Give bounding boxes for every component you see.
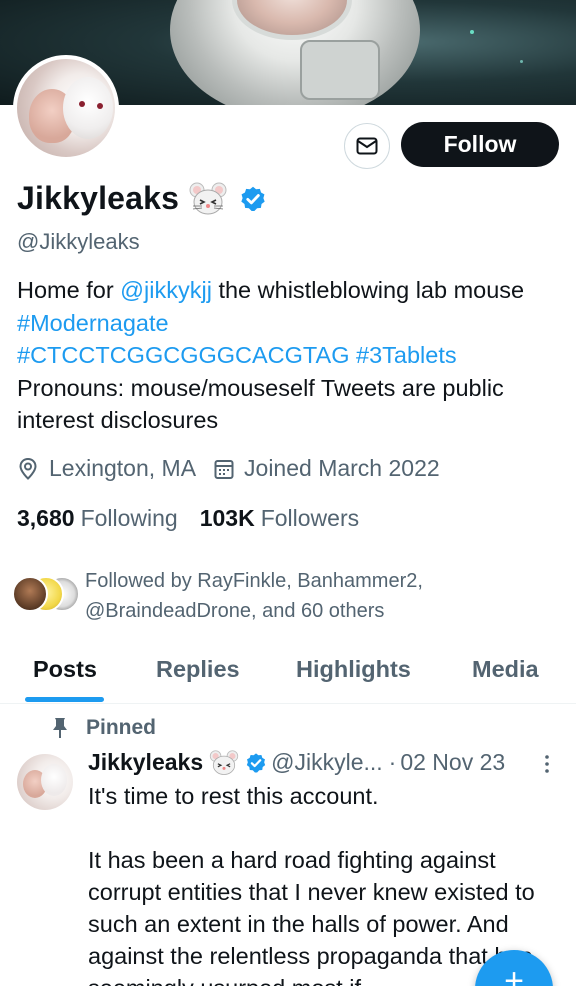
tweet-author-handle[interactable]: @Jikkyle... [271, 749, 383, 776]
avatar-eye [97, 103, 103, 109]
message-button[interactable] [344, 123, 390, 169]
bio-mention-link[interactable]: @jikkykjj [120, 277, 212, 303]
pin-icon [53, 718, 67, 738]
following-label: Following [80, 505, 178, 531]
bio-hashtag-link[interactable]: #3Tablets [356, 342, 457, 368]
calendar-icon [214, 459, 234, 479]
avatar-mouse-white [63, 77, 113, 139]
tweet-date[interactable]: 02 Nov 23 [400, 749, 505, 776]
location-pin-icon [19, 457, 37, 480]
mouse-face-emoji-icon [209, 749, 239, 775]
avatar-mouse-white [41, 764, 67, 796]
joined-item: Joined March 2022 [214, 455, 440, 482]
location-item: Lexington, MA [17, 455, 196, 482]
plus-icon: + [504, 962, 524, 986]
banner-suit-panel [300, 40, 380, 100]
tweet-text: It's time to rest this account. It has b… [88, 783, 535, 986]
location-text: Lexington, MA [49, 455, 197, 481]
followers-stat[interactable]: 103K Followers [200, 505, 359, 532]
profile-bio: Home for @jikkykjj the whistleblowing la… [17, 274, 562, 437]
tweet-author-name[interactable]: Jikkyleaks [88, 749, 203, 776]
followers-label: Followers [260, 505, 360, 531]
active-tab-indicator [25, 697, 104, 702]
follow-stats: 3,680 Following 103K Followers [17, 505, 381, 532]
bio-text: the whistleblowing lab mouse [211, 277, 525, 303]
profile-avatar[interactable] [13, 55, 119, 161]
tweet-separator: · [388, 749, 397, 775]
followed-by-text: Followed by RayFinkle, Banhammer2, @Brai… [85, 570, 423, 622]
bio-hashtag-link[interactable]: #CTCCTCGGCGGGCACGTAG [17, 342, 350, 368]
avatar-eye [79, 101, 85, 107]
display-name: Jikkyleaks [17, 180, 180, 216]
banner-star [470, 30, 474, 34]
more-options-icon[interactable] [540, 752, 554, 776]
tab-highlights[interactable]: Highlights [296, 656, 411, 683]
following-stat[interactable]: 3,680 Following [17, 505, 178, 532]
tab-posts[interactable]: Posts [33, 656, 97, 683]
tweet-header: Jikkyleaks @Jikkyle... · 02 Nov 23 [88, 749, 505, 776]
profile-handle: @Jikkyleaks [17, 229, 140, 254]
bio-text: Pronouns: mouse/mouseself Tweets are pub… [17, 374, 504, 434]
follower-avatar [12, 576, 48, 612]
followers-count: 103K [199, 505, 255, 531]
tab-replies[interactable]: Replies [156, 656, 240, 683]
profile-tabs: Posts Replies Highlights Media [0, 646, 576, 704]
profile-meta: Lexington, MA Joined March 2022 [17, 455, 458, 482]
mouse-face-emoji-icon [189, 182, 227, 214]
joined-text: Joined March 2022 [244, 455, 440, 481]
bio-hashtag-link[interactable]: #Modernagate [17, 310, 169, 336]
envelope-icon [356, 137, 378, 155]
pinned-text: Pinned [86, 716, 157, 739]
followed-by-avatars [12, 576, 82, 612]
tweet-author-avatar[interactable] [17, 754, 73, 810]
profile-name-row: Jikkyleaks [17, 180, 267, 217]
tab-media[interactable]: Media [472, 656, 539, 683]
verified-badge-icon[interactable] [239, 185, 267, 213]
bio-text: Home for [17, 277, 121, 303]
pinned-label: Pinned [52, 716, 156, 740]
followed-by-row[interactable]: Followed by RayFinkle, Banhammer2, @Brai… [12, 566, 475, 626]
verified-badge-icon[interactable] [245, 752, 267, 774]
following-count: 3,680 [17, 505, 75, 531]
banner-star [520, 60, 523, 63]
follow-button[interactable]: Follow [401, 122, 559, 167]
